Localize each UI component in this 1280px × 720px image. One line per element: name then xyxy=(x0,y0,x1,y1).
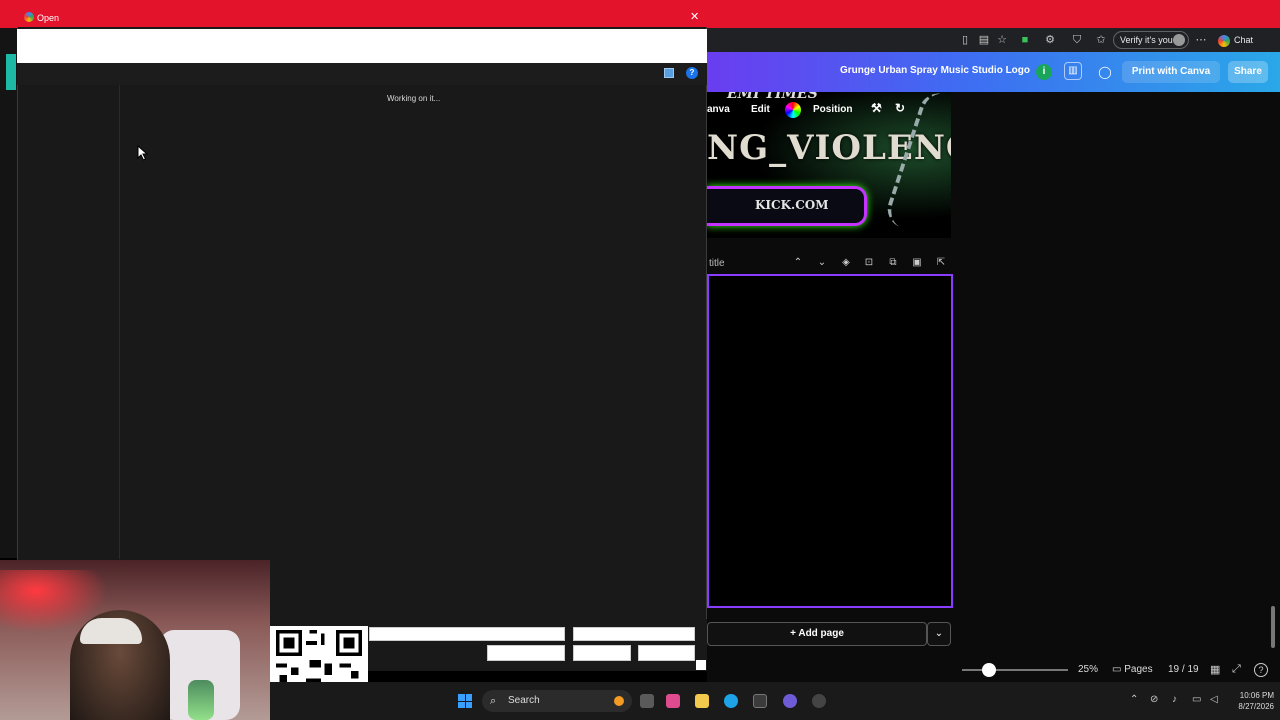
file-type-select[interactable] xyxy=(573,627,695,641)
rotate-icon[interactable]: ↻ xyxy=(895,101,905,115)
search-highlight-icon xyxy=(614,696,624,706)
context-toolbar: anva Edit Position ⚒ ↻ xyxy=(707,96,917,122)
clock-time: 10:06 PM xyxy=(1239,691,1274,700)
volume-icon[interactable]: ◁ xyxy=(1210,694,1218,705)
hide-page-icon[interactable]: ◈ xyxy=(839,256,853,270)
file-name-input[interactable] xyxy=(369,627,565,641)
copilot-icon xyxy=(1218,34,1230,47)
add-page-button[interactable]: + Add page xyxy=(707,622,927,646)
dialog-command-bar xyxy=(17,63,707,85)
page-canvas[interactable] xyxy=(707,274,953,608)
page-toolbar: title ⌃ ⌄ ◈ ⊡ ⧉ ▣ ⇱ xyxy=(707,256,953,272)
chevron-up-icon[interactable]: ⌃ xyxy=(791,256,805,270)
pages-label: Pages xyxy=(1124,664,1153,675)
copilot-app-icon[interactable] xyxy=(666,694,680,708)
position-button[interactable]: Position xyxy=(813,104,852,115)
artwork-sub-text: KICK.COM xyxy=(755,198,829,212)
microphone-icon[interactable]: ♪ xyxy=(1172,694,1177,705)
lock-icon[interactable]: ⊡ xyxy=(862,256,876,270)
paint-roller-icon[interactable]: ⚒ xyxy=(871,101,882,115)
headphones-cap xyxy=(80,618,142,644)
fullscreen-icon[interactable]: ⤢ xyxy=(1232,663,1241,676)
view-options-icon[interactable] xyxy=(664,68,674,78)
file-explorer-icon[interactable] xyxy=(695,694,709,708)
dialog-titlebar[interactable] xyxy=(17,9,707,27)
windows-taskbar xyxy=(270,682,1280,720)
reading-list-icon[interactable]: ▤ xyxy=(977,33,991,47)
task-view-icon[interactable] xyxy=(640,694,654,708)
insights-chart-icon[interactable]: ▥ xyxy=(1064,62,1082,80)
cancel-button[interactable] xyxy=(638,645,695,661)
avatar xyxy=(1173,34,1185,46)
comment-icon[interactable]: ◯ xyxy=(1096,63,1114,81)
info-icon[interactable]: i xyxy=(1036,64,1052,80)
dialog-help-icon[interactable]: ? xyxy=(686,67,698,79)
search-label: Search xyxy=(508,695,540,706)
chat-label: Chat xyxy=(1234,35,1254,45)
edge-browser-icon[interactable] xyxy=(724,694,738,708)
navigation-pane[interactable] xyxy=(17,85,120,559)
system-clock[interactable]: 10:06 PM 8/27/2026 xyxy=(1228,690,1274,712)
chevron-down-icon[interactable]: ⌄ xyxy=(815,256,829,270)
copilot-chat-button[interactable]: Chat xyxy=(1218,32,1270,48)
add-page-icon[interactable]: ⇱ xyxy=(934,256,948,270)
windows-start-icon[interactable] xyxy=(458,694,472,708)
pages-count: 19 / 19 xyxy=(1168,664,1199,675)
display-icon[interactable]: ▭ xyxy=(1192,694,1201,705)
duplicate-icon[interactable]: ⧉ xyxy=(886,256,900,270)
store-icon[interactable] xyxy=(753,694,767,708)
verify-label: Verify it's you xyxy=(1120,35,1173,45)
help-icon[interactable]: ? xyxy=(1254,663,1268,677)
pages-button[interactable]: ▭ Pages xyxy=(1112,664,1153,675)
extension-shield-icon[interactable]: ⛉ xyxy=(1070,33,1084,47)
extension-icon[interactable]: ■ xyxy=(1018,33,1032,47)
dialog-address-bar[interactable] xyxy=(17,29,707,63)
favorites-icon[interactable]: ✩ xyxy=(1094,33,1108,47)
print-with-canva-button[interactable]: Print with Canva xyxy=(1122,61,1220,83)
zoom-slider-handle[interactable] xyxy=(982,663,996,677)
color-swatch-icon[interactable] xyxy=(785,102,801,118)
webcam-overlay xyxy=(0,560,270,720)
favorite-star-icon[interactable]: ☆ xyxy=(995,33,1009,47)
share-button[interactable]: Share xyxy=(1228,61,1268,83)
dialog-title: Open xyxy=(37,13,60,23)
upload-from-mobile-button[interactable] xyxy=(487,645,565,661)
extensions-puzzle-icon[interactable]: ⚙ xyxy=(1043,33,1057,47)
verify-profile-button[interactable]: Verify it's you xyxy=(1113,31,1189,49)
zoom-level[interactable]: 25% xyxy=(1078,664,1098,675)
tray-overflow-icon[interactable]: ⌃ xyxy=(1130,694,1138,705)
canva-side-panel xyxy=(0,28,17,558)
grid-view-icon[interactable]: ▦ xyxy=(1210,663,1220,676)
page-title-label[interactable]: title xyxy=(709,258,725,269)
network-off-icon[interactable]: ⊘ xyxy=(1150,694,1158,705)
mouse-cursor-icon xyxy=(137,145,149,161)
sidebar-icon[interactable]: ▯ xyxy=(958,33,972,47)
side-panel-accent xyxy=(6,54,16,90)
add-page-dropdown-icon[interactable]: ⌄ xyxy=(927,622,951,646)
chrome-app-icon xyxy=(24,12,34,22)
design-title[interactable]: Grunge Urban Spray Music Studio Logo xyxy=(840,65,1030,76)
clock-date: 8/27/2026 xyxy=(1238,702,1274,711)
trash-icon[interactable]: ▣ xyxy=(910,256,924,270)
canva-menu-button[interactable]: anva xyxy=(707,104,730,115)
search-icon: ⌕ xyxy=(490,695,497,707)
edit-button[interactable]: Edit xyxy=(751,104,770,115)
open-button[interactable] xyxy=(573,645,631,661)
resize-grip[interactable] xyxy=(696,660,706,670)
zoom-slider-track[interactable] xyxy=(962,669,1068,671)
loading-status: Working on it... xyxy=(387,94,441,103)
taskbar-search[interactable]: ⌕ Search xyxy=(482,690,632,712)
close-icon[interactable]: ✕ xyxy=(690,10,699,23)
more-menu-icon[interactable]: ⋯ xyxy=(1194,33,1208,47)
obs-icon[interactable] xyxy=(812,694,826,708)
scrollbar[interactable] xyxy=(1271,606,1275,648)
green-lamp xyxy=(188,680,214,720)
discord-icon[interactable] xyxy=(783,694,797,708)
